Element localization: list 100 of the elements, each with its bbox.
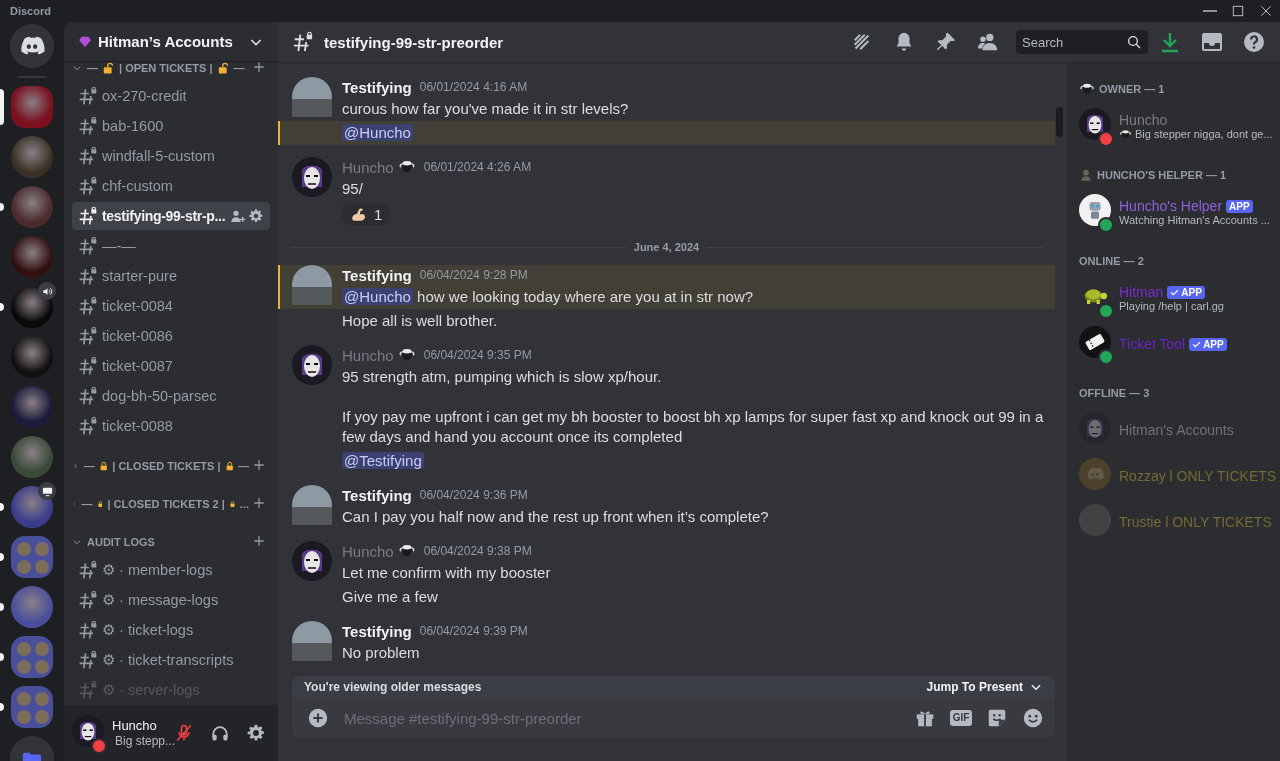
channel-item[interactable]: dog-bh-50-parsec — [72, 382, 270, 410]
plus-circle-icon — [307, 707, 329, 729]
private-channel-icon — [78, 326, 98, 346]
author-name[interactable]: Testifying — [342, 622, 412, 640]
server-icon — [11, 436, 53, 478]
app-tag: APP — [1226, 199, 1253, 213]
author-name[interactable]: Testifying — [342, 78, 412, 96]
category-label[interactable]: | CLOSED TICKETS | — [112, 460, 221, 472]
channel-item[interactable]: ⚙ · member-logs — [72, 556, 270, 584]
private-channel-icon — [78, 590, 98, 610]
category-dash: — — [87, 62, 98, 74]
channel-item[interactable]: ox-270-credit — [72, 82, 270, 110]
photo-placeholder — [292, 265, 332, 305]
open-lock-icon — [217, 62, 229, 74]
older-messages-text: You're viewing older messages — [304, 680, 482, 694]
member-item[interactable]: Huncho's Helper APP Watching Hitman's Accounts ... — [1079, 191, 1276, 233]
server-folder-icon — [11, 686, 53, 728]
search-field[interactable]: Search — [1016, 30, 1148, 54]
author-name[interactable]: Huncho — [342, 346, 394, 364]
channel-item[interactable]: ⚙ · ticket-transcripts — [72, 646, 270, 674]
channel-item[interactable]: starter-pure — [72, 262, 270, 290]
channel-item[interactable]: windfall-5-custom — [72, 142, 270, 170]
private-channel-icon — [78, 620, 98, 640]
discord-avatar — [1079, 458, 1111, 490]
mask-avatar — [1079, 412, 1111, 444]
jump-to-present-button[interactable]: Jump To Present — [926, 680, 1043, 694]
settings-icon[interactable] — [248, 208, 264, 224]
member-item[interactable]: Hitman APP Playing /help | carl.gg — [1079, 277, 1276, 319]
channel-item[interactable]: bab-1600 — [72, 112, 270, 140]
private-channel-icon — [78, 236, 98, 256]
channel-item[interactable]: ⚙ · message-logs — [72, 586, 270, 614]
attach-button[interactable] — [306, 706, 330, 730]
channel-item[interactable]: ⚙ · ticket-logs — [72, 616, 270, 644]
inbox-icon — [1200, 30, 1224, 54]
category-label[interactable]: AUDIT LOGS — [87, 536, 155, 548]
timestamp: 06/01/2024 4:26 AM — [423, 160, 532, 174]
user-status: Big stepp... — [115, 734, 176, 748]
gem-icon — [78, 34, 92, 49]
member-item[interactable]: Huncho Big stepper nigga, dont ge... — [1079, 105, 1276, 147]
author-name[interactable]: Huncho — [342, 158, 394, 176]
members-icon — [977, 31, 999, 53]
mask-avatar — [292, 345, 332, 385]
member-item[interactable]: Trustie l ONLY TICKETS — [1079, 501, 1276, 543]
date-divider: June 4, 2024 — [633, 241, 700, 253]
message-text: 95/ — [342, 179, 364, 199]
message-text: Let me confirm with my booster — [342, 563, 552, 583]
message-text: No problem — [342, 643, 421, 663]
mask-avatar — [292, 541, 332, 581]
server-icon — [11, 486, 53, 528]
category-dash: — — [238, 460, 249, 472]
mention-link[interactable]: @Huncho — [342, 288, 413, 305]
timestamp: 06/01/2024 4:16 AM — [419, 80, 528, 94]
mention-link[interactable]: @Testifying — [342, 452, 424, 469]
server-icon — [11, 386, 53, 428]
private-channel-icon — [78, 386, 98, 406]
help-icon — [1242, 30, 1266, 54]
author-name[interactable]: Testifying — [342, 486, 412, 504]
pin-icon — [935, 31, 957, 53]
unread-indicator — [0, 553, 4, 561]
channel-item[interactable]: ticket-0088 — [72, 412, 270, 440]
lock-icon — [229, 498, 235, 510]
lock-icon — [97, 498, 103, 510]
unread-indicator — [0, 503, 4, 511]
timestamp: 06/04/2024 9:39 PM — [419, 624, 528, 638]
sheep-icon — [1079, 81, 1095, 97]
reaction-button[interactable]: 1 — [342, 203, 391, 225]
chevron-down-icon[interactable] — [72, 537, 82, 547]
server-folder-icon — [11, 636, 53, 678]
message-field[interactable]: Message #testifying-99-str-preorder GIF — [292, 698, 1055, 738]
chevron-down-icon[interactable] — [72, 63, 82, 73]
author-name[interactable]: Huncho — [342, 542, 394, 560]
plus-icon — [252, 496, 266, 510]
emoji-button[interactable] — [1021, 706, 1045, 730]
category-dash: — — [81, 498, 93, 510]
unread-indicator — [0, 303, 4, 311]
channel-item[interactable]: testifying-99-str-p... — [72, 202, 270, 230]
channel-item[interactable]: ticket-0087 — [72, 352, 270, 380]
close-icon — [1258, 3, 1274, 19]
timestamp: 06/04/2024 9:28 PM — [419, 268, 528, 282]
category-label[interactable]: | CLOSED TICKETS 2 | — [107, 498, 225, 510]
author-name[interactable]: Testifying — [342, 266, 412, 284]
headphones-icon — [210, 723, 230, 743]
member-item[interactable]: Ticket Tool APP — [1079, 323, 1276, 365]
plus-icon — [252, 534, 266, 548]
muted-microphone-icon — [174, 723, 194, 743]
ticket-avatar — [1079, 326, 1111, 358]
unread-indicator — [0, 703, 4, 711]
category-label[interactable]: | OPEN TICKETS | — [119, 62, 213, 74]
server-icon — [11, 186, 53, 228]
add-member-icon[interactable] — [230, 208, 246, 224]
private-channel-icon — [78, 86, 98, 106]
channel-item[interactable]: chf-custom — [72, 172, 270, 200]
member-item[interactable]: Hitman's Accounts — [1079, 409, 1276, 451]
channel-item[interactable]: ticket-0084 — [72, 292, 270, 320]
mention-link[interactable]: @Huncho — [342, 124, 413, 141]
private-channel-icon — [78, 356, 98, 376]
private-channel-icon — [78, 206, 98, 226]
scrollbar-thumb[interactable] — [1056, 107, 1063, 137]
channel-item[interactable]: ticket-0086 — [72, 322, 270, 350]
channel-item[interactable]: —-— — [72, 232, 270, 260]
